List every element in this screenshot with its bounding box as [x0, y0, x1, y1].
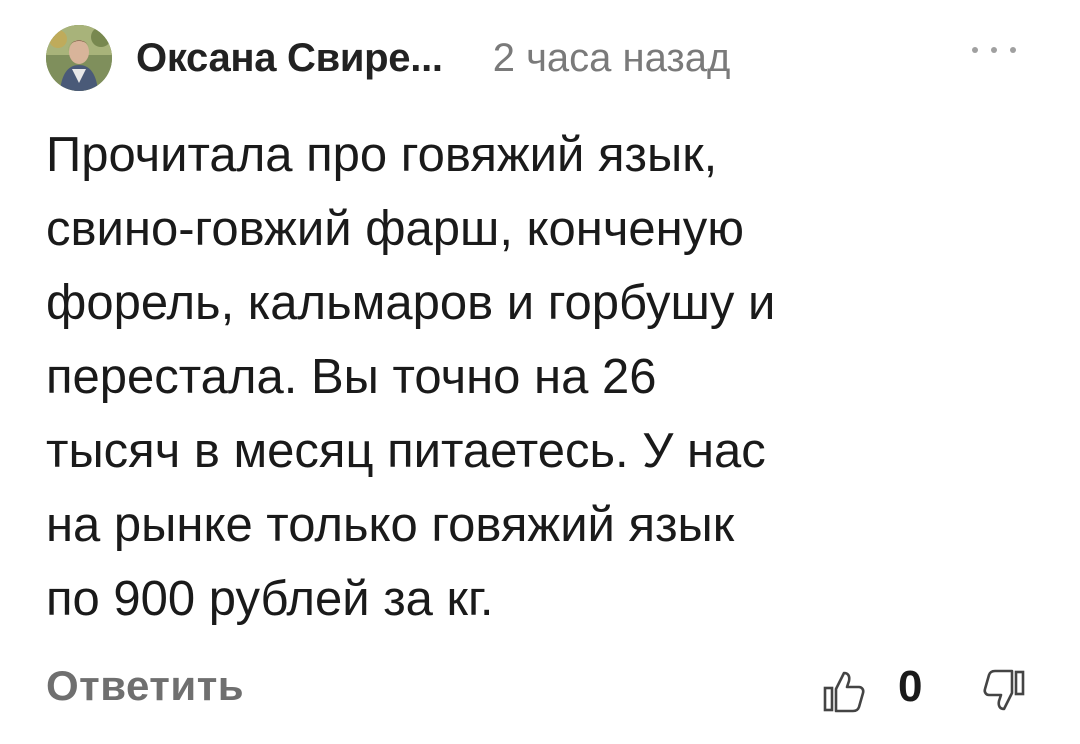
- comment-text-line: Прочитала про говяжий язык,: [46, 128, 718, 182]
- more-dots-icon: [991, 47, 997, 53]
- comment-footer: Ответить 0: [46, 656, 1036, 728]
- more-options-button[interactable]: [972, 40, 1016, 60]
- comment-text-line: свино-говжий фарш, конченую: [46, 202, 744, 256]
- avatar[interactable]: [46, 25, 112, 91]
- comment-text: Прочитала про говяжий язык, свино-говжий…: [46, 118, 1036, 636]
- thumb-up-icon: [823, 671, 865, 713]
- comment-text-line: на рынке только говяжий язык: [46, 498, 735, 552]
- comment-text-line: перестала. Вы точно на 26: [46, 350, 657, 404]
- thumb-down-icon: [983, 669, 1025, 711]
- more-dots-icon: [1010, 47, 1016, 53]
- author-name[interactable]: Оксана Свире...: [136, 36, 443, 81]
- reply-button[interactable]: Ответить: [46, 662, 244, 710]
- more-dots-icon: [972, 47, 978, 53]
- dislike-button[interactable]: [982, 668, 1026, 714]
- comment-score: 0: [898, 662, 923, 711]
- comment-timestamp: 2 часа назад: [492, 35, 731, 80]
- comment-text-line: тысяч в месяц питаетесь. У нас: [46, 424, 766, 478]
- like-button[interactable]: [822, 668, 866, 714]
- comment-text-line: по 900 рублей за кг.: [46, 572, 494, 626]
- comment-card: Оксана Свире... 2 часа назад Прочитала п…: [0, 0, 1080, 744]
- comment-text-line: форель, кальмаров и горбушу и: [46, 276, 776, 330]
- comment-header: Оксана Свире... 2 часа назад: [46, 24, 1036, 92]
